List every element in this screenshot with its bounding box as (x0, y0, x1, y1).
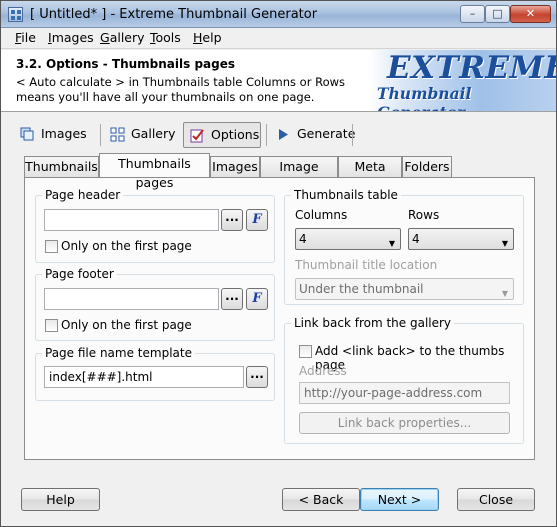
page-header-label: Page header (42, 188, 124, 202)
file-name-template-group: Page file name template index[###].html … (35, 346, 275, 401)
logo-line2: Thumbnail Generator (377, 84, 472, 111)
page-footer-first-page-checkbox[interactable] (45, 319, 58, 332)
app-icon (8, 7, 23, 22)
page-header-first-page-checkbox[interactable] (45, 240, 58, 253)
help-button[interactable]: Help (21, 488, 100, 511)
title-location-value: Under the thumbnail (299, 282, 424, 296)
file-name-template-label: Page file name template (42, 346, 195, 360)
chevron-down-icon: ▼ (501, 289, 508, 298)
page-title: 3.2. Options - Thumbnails pages (16, 57, 236, 71)
title-location-select[interactable]: Under the thumbnail ▼ (295, 278, 514, 300)
format-icon: F (252, 212, 262, 227)
tab-thumbnails[interactable]: Thumbnails (24, 156, 99, 177)
address-label: Address (299, 364, 347, 378)
format-icon: F (252, 291, 262, 306)
step-gallery[interactable]: Gallery (104, 122, 180, 148)
back-button[interactable]: < Back (282, 488, 360, 511)
menu-bar: File Images Gallery Tools Help (1, 28, 556, 49)
menu-images[interactable]: Images (47, 30, 95, 45)
link-back-properties-button[interactable]: Link back properties... (299, 412, 510, 434)
menu-gallery[interactable]: Gallery (99, 30, 146, 45)
thumbnails-table-group: Thumbnails table Columns 4 ▼ Rows 4 ▼ Th… (284, 188, 524, 305)
page-footer-input[interactable] (44, 288, 219, 310)
minimize-button[interactable]: – (460, 5, 485, 23)
tab-panel-thumbnails-pages: Page header ... F Only on the first page… (24, 177, 535, 460)
thumbnails-table-label: Thumbnails table (291, 188, 401, 202)
page-description: < Auto calculate > in Thumbnails table C… (16, 75, 346, 104)
images-icon (20, 127, 34, 141)
address-input[interactable]: http://your-page-address.com (299, 382, 510, 404)
page-footer-format-button[interactable]: F (246, 288, 268, 310)
title-bar[interactable]: [ Untitled* ] - Extreme Thumbnail Genera… (1, 1, 556, 28)
menu-tools[interactable]: Tools (149, 30, 182, 45)
rows-value: 4 (412, 232, 420, 246)
step-separator (266, 124, 267, 146)
page-footer-group: Page footer ... F Only on the first page (35, 267, 275, 341)
columns-label: Columns (295, 208, 348, 222)
tab-folders[interactable]: Folders (402, 156, 452, 177)
options-checkbox-icon (190, 129, 204, 143)
page-footer-browse-button[interactable]: ... (221, 288, 243, 310)
play-arrow-icon (279, 129, 288, 140)
menu-file[interactable]: File (14, 30, 37, 45)
main-window: [ Untitled* ] - Extreme Thumbnail Genera… (0, 0, 557, 527)
columns-select[interactable]: 4 ▼ (295, 228, 401, 250)
step-label: Generate (297, 126, 356, 141)
step-separator (100, 124, 101, 146)
file-name-template-input[interactable]: index[###].html (44, 366, 244, 388)
title-location-label: Thumbnail title location (295, 258, 438, 272)
page-header-input[interactable] (44, 209, 219, 231)
link-back-checkbox[interactable] (299, 345, 312, 358)
columns-value: 4 (299, 232, 307, 246)
step-generate[interactable]: Generate (270, 122, 356, 148)
page-footer-label: Page footer (42, 267, 117, 281)
tab-meta-data[interactable]: Meta data (338, 156, 402, 193)
rows-select[interactable]: 4 ▼ (408, 228, 514, 250)
link-back-group: Link back from the gallery Add <link bac… (284, 316, 524, 444)
link-back-label: Link back from the gallery (291, 316, 455, 330)
window-title: [ Untitled* ] - Extreme Thumbnail Genera… (30, 7, 318, 22)
tab-images[interactable]: Images (210, 156, 260, 177)
chevron-down-icon: ▼ (501, 239, 508, 248)
file-name-template-browse-button[interactable]: ... (246, 366, 268, 388)
rows-label: Rows (408, 208, 440, 222)
step-label: Gallery (131, 126, 176, 141)
maximize-button[interactable]: □ (485, 5, 510, 23)
page-footer-first-page-label: Only on the first page (61, 318, 192, 332)
page-header-first-page-label: Only on the first page (61, 239, 192, 253)
chevron-down-icon: ▼ (388, 239, 395, 248)
close-button[interactable]: Close (457, 488, 535, 511)
close-window-button[interactable]: ✕ (510, 5, 551, 23)
app-logo: EXTREME Thumbnail Generator (369, 50, 556, 111)
tab-thumbnails-pages[interactable]: Thumbnails pages (99, 153, 210, 190)
step-options[interactable]: Options (183, 122, 261, 148)
step-label: Options (211, 127, 260, 142)
page-header-browse-button[interactable]: ... (221, 209, 243, 231)
step-separator (352, 124, 353, 146)
step-label: Images (41, 126, 87, 141)
tab-image-pages[interactable]: Image pages (260, 156, 338, 193)
page-header-group: Page header ... F Only on the first page (35, 188, 275, 263)
page-header-format-button[interactable]: F (246, 209, 268, 231)
logo-line1: EXTREME (387, 50, 556, 86)
header-band: 3.2. Options - Thumbnails pages < Auto c… (1, 50, 556, 112)
gallery-grid-icon (110, 127, 125, 142)
step-images[interactable]: Images (14, 122, 94, 148)
next-button[interactable]: Next > (360, 488, 439, 511)
menu-help[interactable]: Help (192, 30, 223, 45)
